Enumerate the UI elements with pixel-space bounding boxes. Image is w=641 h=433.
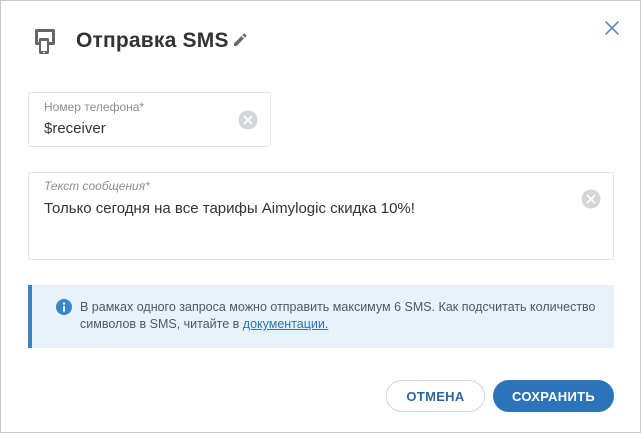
pencil-icon[interactable] (233, 33, 247, 47)
info-icon (56, 299, 72, 315)
cancel-button[interactable]: ОТМЕНА (386, 380, 485, 412)
sms-limit-notice: В рамках одного запроса можно отправить … (28, 285, 614, 348)
phone-number-label: Номер телефона* (44, 100, 145, 114)
message-text-field[interactable]: Текст сообщения* Только сегодня на все т… (28, 172, 614, 260)
dialog-title: Отправка SMS (76, 29, 229, 52)
documentation-link[interactable]: документации. (243, 317, 329, 331)
phone-number-input[interactable]: $receiver (44, 120, 234, 137)
clear-circle-icon[interactable] (238, 110, 258, 130)
save-button[interactable]: СОХРАНИТЬ (493, 380, 614, 412)
close-icon[interactable] (604, 20, 620, 36)
phone-chat-icon (35, 29, 55, 54)
message-text-label: Текст сообщения* (44, 179, 150, 193)
message-text-input[interactable]: Только сегодня на все тарифы Aimylogic с… (44, 200, 564, 217)
notice-body: В рамках одного запроса можно отправить … (80, 300, 596, 331)
notice-text: В рамках одного запроса можно отправить … (80, 299, 600, 333)
send-sms-dialog: Отправка SMS Номер телефона* $receiver Т… (0, 0, 641, 433)
clear-circle-icon[interactable] (581, 189, 601, 209)
phone-number-field[interactable]: Номер телефона* $receiver (28, 92, 271, 147)
